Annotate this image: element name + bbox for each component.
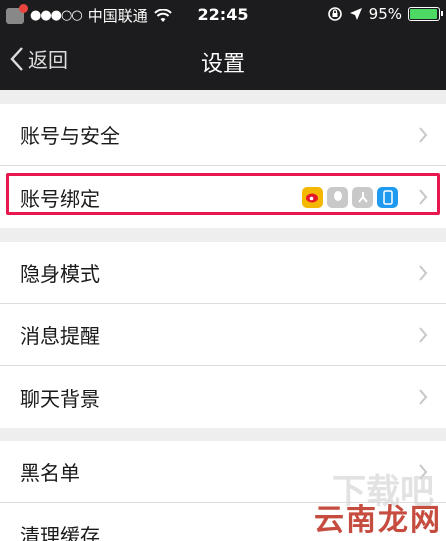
settings-item-invisible-mode[interactable]: 隐身模式 [0,242,446,304]
phone-icon [377,186,398,208]
chevron-right-icon [419,264,428,281]
binding-icons [302,186,398,208]
settings-item-chat-background[interactable]: 聊天背景 [0,366,446,428]
settings-item-label: 账号与安全 [20,124,120,148]
settings-item-label: 清理缓存 [20,523,100,541]
battery-icon [408,7,443,21]
settings-group-account: 账号与安全 账号绑定 [0,104,446,228]
settings-item-notifications[interactable]: 消息提醒 [0,304,446,366]
settings-item-label: 聊天背景 [20,386,100,411]
navigation-bar: 返回 设置 [0,30,446,90]
qq-icon [327,186,348,208]
battery-percent: 95% [368,5,402,23]
settings-item-label: 消息提醒 [20,324,100,348]
settings-item-label: 黑名单 [20,461,80,485]
renren-icon [352,186,373,208]
chevron-right-icon [419,189,428,205]
settings-item-label: 账号绑定 [20,186,100,211]
settings-item-account-binding[interactable]: 账号绑定 [0,166,446,228]
chevron-right-icon [419,126,428,143]
chevron-right-icon [419,389,428,405]
weibo-icon [302,186,323,208]
status-bar: ●●●○○ 中国联通 22:45 95% [0,0,446,30]
settings-item-label: 隐身模式 [20,262,100,286]
watermark-logo: 云南龙网 [314,503,442,538]
location-arrow-icon [349,8,362,20]
chevron-right-icon [419,326,428,343]
rotation-lock-icon [327,7,342,21]
page-title: 设置 [200,52,245,77]
settings-item-account-security[interactable]: 账号与安全 [0,104,446,166]
settings-group-chat: 隐身模式 消息提醒 聊天背景 [0,242,446,428]
